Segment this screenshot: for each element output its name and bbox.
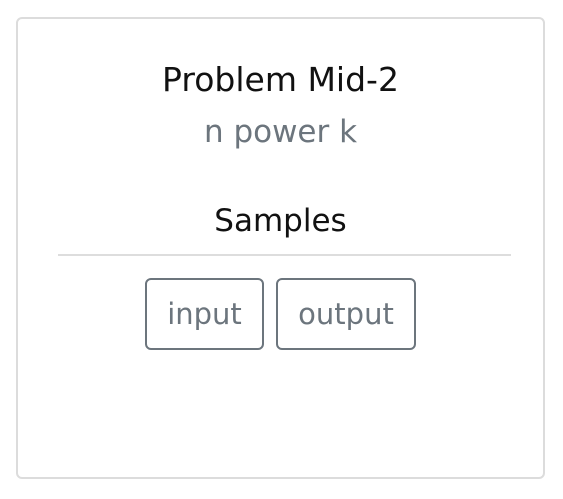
samples-button-group: input output bbox=[18, 278, 543, 350]
problem-subtitle: n power k bbox=[203, 114, 358, 150]
output-button[interactable]: output bbox=[276, 278, 416, 350]
samples-heading: Samples bbox=[214, 203, 347, 239]
problem-title: Problem Mid-2 bbox=[162, 60, 399, 99]
samples-divider bbox=[58, 254, 511, 256]
input-button[interactable]: input bbox=[145, 278, 264, 350]
problem-card: Problem Mid-2 n power k Samples input ou… bbox=[16, 17, 545, 479]
